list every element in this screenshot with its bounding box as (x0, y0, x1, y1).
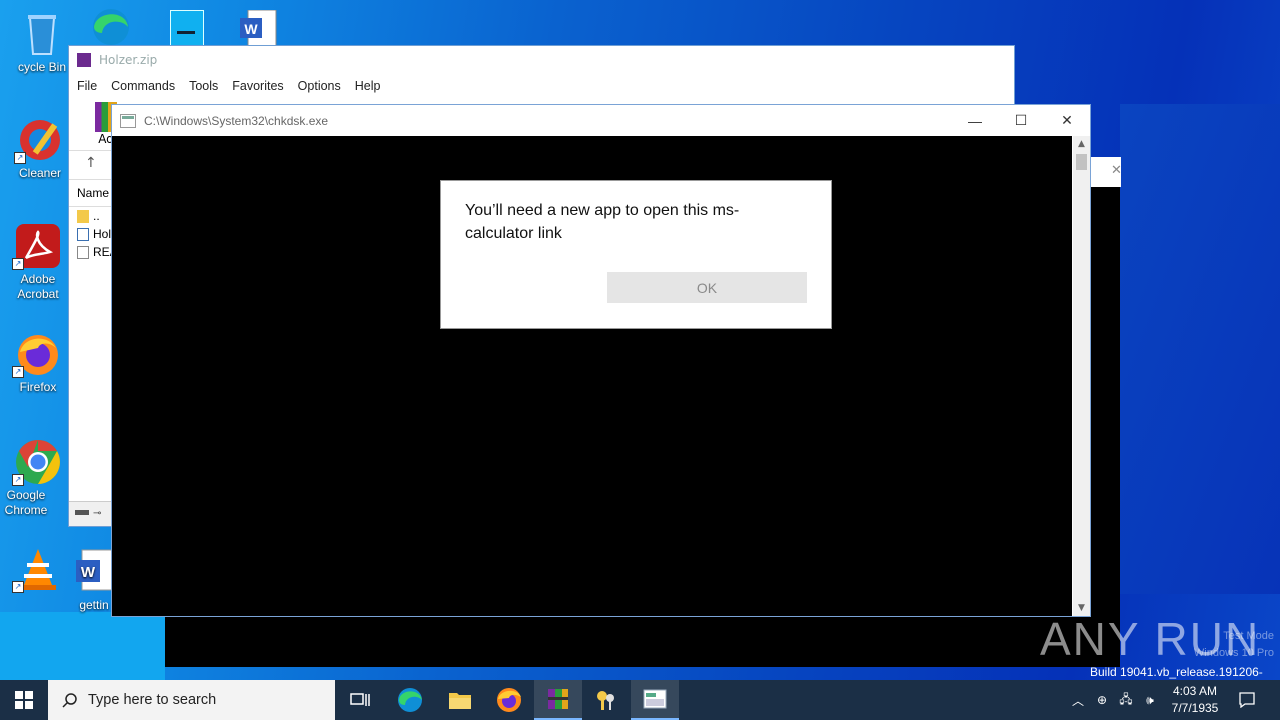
desktop-icon-label: Adobe Acrobat (17, 272, 59, 301)
search-icon (62, 693, 77, 708)
test-mode-label: Test Mode (1223, 630, 1274, 642)
dialog-message: You’ll need a new app to open this ms-ca… (465, 202, 740, 242)
close-icon[interactable]: ✕ (1111, 163, 1122, 178)
ccleaner-icon: ↗ (14, 116, 64, 164)
taskbar: Type here to search ︿ ⊕ 🖧 🕪 4:03 AM 7/7/… (0, 680, 1280, 720)
action-center-button[interactable] (1232, 680, 1262, 720)
volume-button[interactable]: 🕪 (1140, 680, 1160, 720)
desktop-icon-ccleaner[interactable]: ↗ Cleaner (3, 116, 77, 181)
desktop-icon-chrome[interactable]: ↗ Google Chrome (1, 438, 75, 518)
new-app-dialog: You’ll need a new app to open this ms-ca… (440, 180, 832, 329)
drive-icon (75, 510, 89, 515)
taskbar-firefox[interactable] (485, 680, 533, 720)
menu-favorites[interactable]: Favorites (232, 79, 283, 93)
ok-button[interactable]: OK (607, 272, 807, 303)
tray-app-icon: ⊕ (1096, 693, 1108, 707)
windows-logo-icon (15, 691, 33, 709)
minimize-icon: — (968, 112, 982, 129)
desktop-icon-label: Cleaner (18, 166, 62, 180)
maximize-button[interactable]: ☐ (998, 105, 1044, 136)
network-button[interactable]: 🖧 (1116, 680, 1136, 720)
keys-icon (597, 691, 614, 710)
adobe-acrobat-icon: ↗ (12, 222, 62, 270)
recycle-bin-icon (18, 10, 66, 58)
shortcut-arrow-icon: ↗ (12, 258, 24, 270)
svg-text:W: W (244, 21, 258, 37)
volume-icon: 🕪 (1146, 692, 1154, 707)
chrome-icon: ↗ (12, 438, 62, 486)
desktop-icon-firefox[interactable]: ↗ Firefox (1, 330, 75, 395)
edge-desktop-icon[interactable] (88, 5, 134, 45)
menu-help[interactable]: Help (355, 79, 381, 93)
desktop-icon-label: Firefox (19, 380, 57, 394)
folder-icon (77, 209, 89, 223)
search-placeholder: Type here to search (88, 692, 217, 708)
menu-tools[interactable]: Tools (189, 79, 218, 93)
shortcut-arrow-icon: ↗ (12, 474, 24, 486)
chevron-up-icon: ︿ (1071, 693, 1084, 708)
shortcut-arrow-icon: ↗ (12, 581, 24, 593)
console-app-icon (120, 113, 136, 128)
scrollbar-thumb[interactable] (1076, 154, 1087, 170)
shortcut-arrow-icon: ↗ (14, 152, 26, 164)
taskbar-winrar[interactable] (534, 680, 582, 720)
winrar-app-icon (77, 53, 91, 67)
winrar-icon (548, 689, 568, 709)
desktop-icon-label: Google Chrome (4, 488, 48, 517)
file-explorer-icon (449, 693, 471, 709)
taskbar-file-explorer[interactable] (436, 680, 484, 720)
maximize-icon: ☐ (1014, 112, 1028, 128)
firefox-icon (497, 688, 521, 712)
taskbar-keys-app[interactable] (582, 680, 630, 720)
console-titlebar[interactable]: C:\Windows\System32\chkdsk.exe — ☐ ✕ (112, 105, 1090, 136)
text-file-icon (77, 245, 89, 259)
desktop-icon-adobe-acrobat[interactable]: ↗ Adobe Acrobat (1, 222, 75, 302)
taskbar-search-box[interactable]: Type here to search (48, 680, 335, 720)
desktop-artifact (1120, 104, 1280, 594)
menu-options[interactable]: Options (298, 79, 341, 93)
edge-icon (398, 688, 422, 712)
vlc-icon: ↗ (12, 545, 62, 593)
up-arrow-icon[interactable]: ↑ (85, 155, 97, 171)
task-view-button[interactable] (336, 680, 384, 720)
svg-text:W: W (81, 564, 96, 581)
taskbar-console[interactable] (631, 680, 679, 720)
tray-app-button[interactable]: ⊕ (1092, 680, 1112, 720)
clock-date: 7/7/1935 (1171, 701, 1219, 715)
winrar-title: Holzer.zip (99, 53, 158, 67)
console-scrollbar[interactable]: ▲ ▼ (1073, 136, 1090, 616)
clock-time: 4:03 AM (1172, 684, 1218, 698)
close-button[interactable]: ✕ (1044, 105, 1090, 136)
desktop-artifact (0, 612, 165, 680)
start-button[interactable] (0, 680, 48, 720)
task-view-icon (350, 693, 370, 706)
file-desktop-icon[interactable] (170, 10, 204, 48)
key-icon: ⊸ (93, 508, 102, 519)
winrar-titlebar[interactable]: Holzer.zip (69, 46, 1014, 74)
notification-icon (1239, 692, 1255, 708)
taskbar-clock[interactable]: 4:03 AM 7/7/1935 (1165, 683, 1225, 717)
network-icon: 🖧 (1119, 691, 1133, 706)
minimize-button[interactable]: — (952, 105, 998, 136)
taskbar-edge[interactable] (386, 680, 434, 720)
windows-edition-label: Windows 10 Pro (1193, 647, 1274, 659)
shortcut-arrow-icon: ↗ (12, 366, 24, 378)
exe-icon (77, 227, 89, 241)
list-item-name: .. (93, 209, 100, 223)
console-icon (643, 689, 667, 709)
word-doc-desktop-icon[interactable]: W (238, 9, 278, 47)
winrar-menubar: File Commands Tools Favorites Options He… (69, 74, 1014, 98)
firefox-icon: ↗ (12, 330, 62, 378)
menu-file[interactable]: File (77, 79, 97, 93)
console-title: C:\Windows\System32\chkdsk.exe (144, 113, 329, 128)
close-icon: ✕ (1061, 112, 1073, 128)
list-item-name: Hol (93, 227, 112, 241)
show-hidden-icons-button[interactable]: ︿ (1068, 680, 1088, 720)
scroll-up-arrow-icon[interactable]: ▲ (1073, 136, 1090, 152)
menu-commands[interactable]: Commands (111, 79, 175, 93)
